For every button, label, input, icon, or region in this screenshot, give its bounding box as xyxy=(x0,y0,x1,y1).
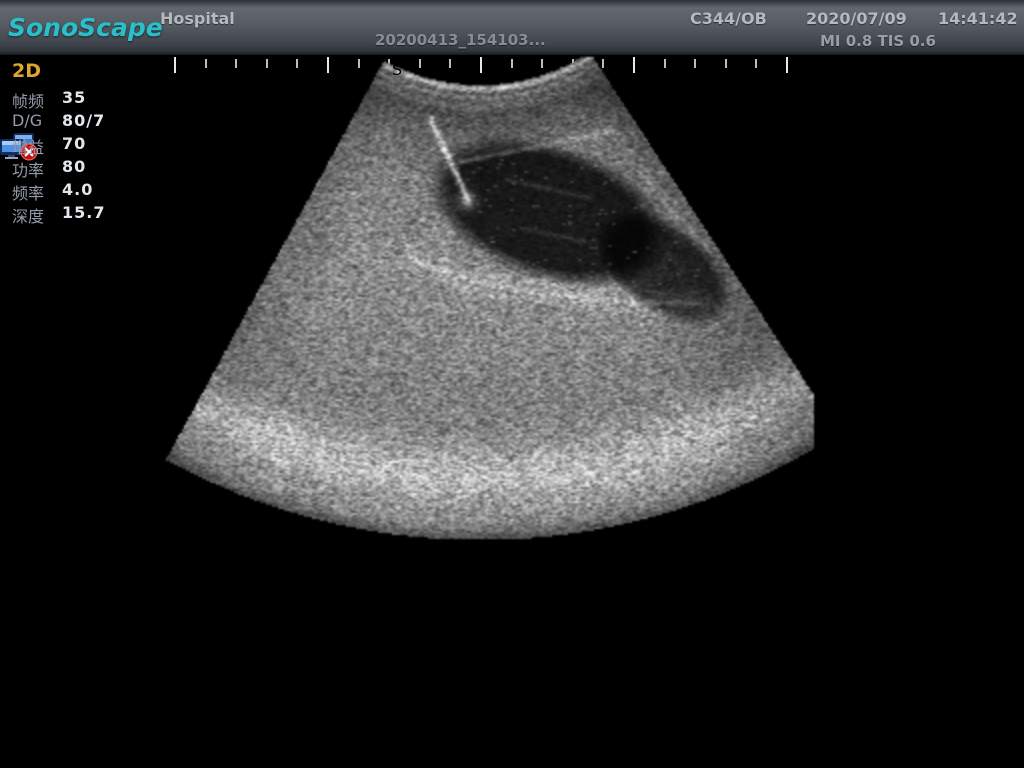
exam-id: 20200413_154103... xyxy=(375,31,546,49)
parameter-row: D/G 80/7 xyxy=(12,109,122,132)
parameter-row: 功率80 xyxy=(12,155,122,178)
parameter-value: 80/7 xyxy=(62,111,105,130)
hospital-name: Hospital xyxy=(160,9,235,28)
brand-logo: SonoScape xyxy=(8,13,163,42)
top-status-bar: SonoScape Hospital 20200413_154103... C3… xyxy=(0,0,1024,55)
parameter-value: 15.7 xyxy=(62,203,105,222)
imaging-parameters-panel: 2D 帧频35 D/G 80/7 增益70功率80频率4.0深度 15.7 xyxy=(12,60,122,224)
ultrasound-image xyxy=(118,55,822,547)
acoustic-output-display: MI 0.8 TIS 0.6 xyxy=(820,32,936,50)
time-display: 14:41:42 xyxy=(938,9,1018,28)
parameter-value: 4.0 xyxy=(62,180,93,199)
parameter-label: D/G xyxy=(12,111,42,130)
parameter-row: 频率4.0 xyxy=(12,178,122,201)
date-display: 2020/07/09 xyxy=(806,9,907,28)
ultrasound-screen: SonoScape Hospital 20200413_154103... C3… xyxy=(0,0,1024,768)
parameter-rows: 帧频35 D/G 80/7 增益70功率80频率4.0深度 15.7 xyxy=(12,86,122,224)
parameter-row: 帧频35 xyxy=(12,86,122,109)
mode-label: 2D xyxy=(12,60,122,86)
parameter-row: 深度 15.7 xyxy=(12,201,122,224)
parameter-value: 70 xyxy=(62,134,86,153)
parameter-row: 增益70 xyxy=(12,132,122,155)
parameter-value: 35 xyxy=(62,88,86,107)
parameter-value: 80 xyxy=(62,157,86,176)
s-orientation-marker-icon: S xyxy=(392,60,414,82)
parameter-label: 深度 xyxy=(12,203,44,227)
probe-preset: C344/OB xyxy=(690,9,767,28)
